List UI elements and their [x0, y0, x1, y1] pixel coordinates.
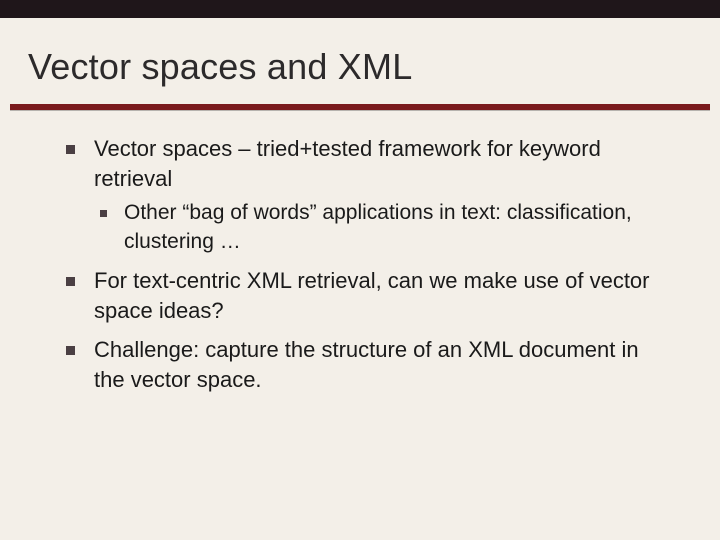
- bullet-text: For text-centric XML retrieval, can we m…: [94, 268, 650, 323]
- slide-body: Vector spaces – tried+tested framework f…: [0, 110, 720, 395]
- sub-bullet-item: Other “bag of words” applications in tex…: [94, 199, 660, 256]
- sub-bullet-text: Other “bag of words” applications in tex…: [124, 201, 632, 252]
- bullet-text: Vector spaces – tried+tested framework f…: [94, 136, 601, 191]
- title-wrap: Vector spaces and XML: [0, 18, 720, 104]
- bullet-item: Challenge: capture the structure of an X…: [60, 335, 660, 394]
- slide-title: Vector spaces and XML: [28, 46, 692, 88]
- bullet-text: Challenge: capture the structure of an X…: [94, 337, 639, 392]
- sub-bullet-list: Other “bag of words” applications in tex…: [94, 199, 660, 256]
- bullet-item: For text-centric XML retrieval, can we m…: [60, 266, 660, 325]
- slide: Vector spaces and XML Vector spaces – tr…: [0, 0, 720, 540]
- bullet-item: Vector spaces – tried+tested framework f…: [60, 134, 660, 256]
- bullet-list: Vector spaces – tried+tested framework f…: [60, 134, 660, 395]
